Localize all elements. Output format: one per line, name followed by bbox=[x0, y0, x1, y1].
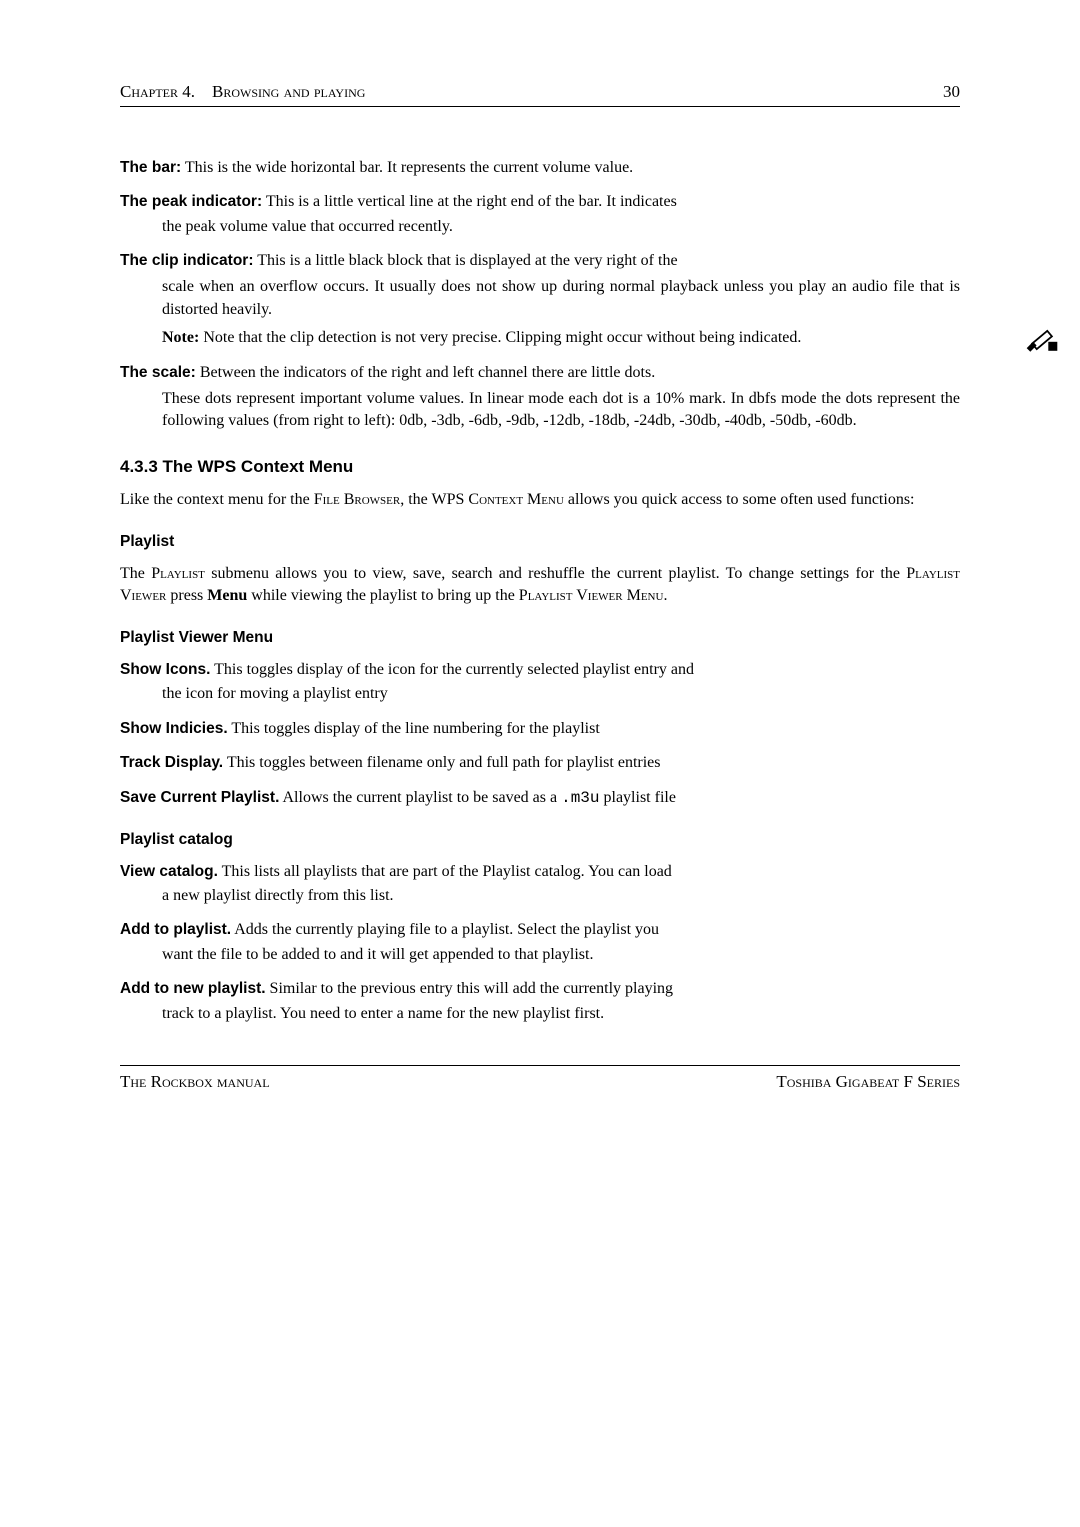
bold-menu: Menu bbox=[207, 587, 247, 604]
term-show-icons: Show Icons. bbox=[120, 661, 210, 678]
footer-left: The Rockbox manual bbox=[120, 1070, 270, 1094]
sc-file-browser: File Browser bbox=[314, 491, 401, 508]
desc-view-catalog-rest: a new playlist directly from this list. bbox=[162, 885, 960, 907]
desc-save-current-b: playlist file bbox=[600, 789, 676, 806]
sc-context-menu: Context Menu bbox=[468, 491, 564, 508]
item-show-indicies: Show Indicies. This toggles display of t… bbox=[120, 718, 960, 740]
desc-clip-line1: This is a little black block that is dis… bbox=[257, 252, 677, 269]
note-block: Note: Note that the clip detection is no… bbox=[162, 327, 960, 349]
desc-scale-line1: Between the indicators of the right and … bbox=[200, 364, 655, 381]
text: . bbox=[663, 587, 667, 604]
item-peak-indicator: The peak indicator: This is a little ver… bbox=[120, 191, 960, 238]
text: while viewing the playlist to bring up t… bbox=[247, 587, 519, 604]
note-label: Note: bbox=[162, 329, 199, 346]
desc-view-catalog-line1: This lists all playlists that are part o… bbox=[222, 863, 672, 880]
desc-track-display: This toggles between filename only and f… bbox=[227, 754, 661, 771]
item-clip-indicator: The clip indicator: This is a little bla… bbox=[120, 250, 960, 350]
desc-show-indicies: This toggles display of the line numberi… bbox=[231, 720, 599, 737]
page-footer: The Rockbox manual Toshiba Gigabeat F Se… bbox=[120, 1066, 960, 1094]
desc-peak-rest: the peak volume value that occurred rece… bbox=[162, 216, 960, 238]
tt-m3u: .m3u bbox=[561, 789, 599, 807]
term-show-indicies: Show Indicies. bbox=[120, 720, 228, 737]
item-view-catalog: View catalog. This lists all playlists t… bbox=[120, 861, 960, 908]
text: The bbox=[120, 565, 151, 582]
item-add-to-new-playlist: Add to new playlist. Similar to the prev… bbox=[120, 978, 960, 1025]
desc-scale-rest: These dots represent important volume va… bbox=[162, 388, 960, 433]
page-number: 30 bbox=[943, 80, 960, 104]
section-heading-wps-context: 4.3.3 The WPS Context Menu bbox=[120, 455, 960, 479]
text: Like the context menu for the bbox=[120, 491, 314, 508]
subsection-playlist-catalog: Playlist catalog bbox=[120, 829, 960, 851]
desc-add-to-new-line1: Similar to the previous entry this will … bbox=[270, 980, 673, 997]
item-show-icons: Show Icons. This toggles display of the … bbox=[120, 659, 960, 706]
item-the-bar: The bar: This is the wide horizontal bar… bbox=[120, 157, 960, 179]
item-the-scale: The scale: Between the indicators of the… bbox=[120, 362, 960, 433]
term-save-current: Save Current Playlist. bbox=[120, 789, 279, 806]
subsection-playlist: Playlist bbox=[120, 531, 960, 553]
desc-add-to-playlist-line1: Adds the currently playing file to a pla… bbox=[234, 921, 659, 938]
sc-playlist-viewer-menu: Playlist Viewer Menu bbox=[519, 587, 664, 604]
desc-add-to-new-rest: track to a playlist. You need to enter a… bbox=[162, 1003, 960, 1025]
term-scale: The scale: bbox=[120, 364, 196, 381]
term-bar: The bar: bbox=[120, 159, 181, 176]
desc-show-icons-rest: the icon for moving a playlist entry bbox=[162, 683, 960, 705]
header-left: Chapter 4. Browsing and playing bbox=[120, 80, 365, 104]
desc-bar: This is the wide horizontal bar. It repr… bbox=[185, 159, 633, 176]
page-header: Chapter 4. Browsing and playing 30 bbox=[120, 80, 960, 107]
term-clip: The clip indicator: bbox=[120, 252, 253, 269]
subsection-playlist-viewer-menu: Playlist Viewer Menu bbox=[120, 627, 960, 649]
term-add-to-playlist: Add to playlist. bbox=[120, 921, 231, 938]
text: , the WPS bbox=[400, 491, 468, 508]
item-save-current-playlist: Save Current Playlist. Allows the curren… bbox=[120, 787, 960, 809]
section-intro: Like the context menu for the File Brows… bbox=[120, 489, 960, 511]
desc-show-icons-line1: This toggles display of the icon for the… bbox=[214, 661, 694, 678]
term-add-to-new: Add to new playlist. bbox=[120, 980, 266, 997]
text: press bbox=[166, 587, 207, 604]
playlist-para: The Playlist submenu allows you to view,… bbox=[120, 563, 960, 608]
term-view-catalog: View catalog. bbox=[120, 863, 218, 880]
note-text: Note that the clip detection is not very… bbox=[203, 329, 801, 346]
desc-peak-line1: This is a little vertical line at the ri… bbox=[266, 193, 677, 210]
term-peak: The peak indicator: bbox=[120, 193, 262, 210]
footer-right: Toshiba Gigabeat F Series bbox=[776, 1070, 960, 1094]
item-track-display: Track Display. This toggles between file… bbox=[120, 752, 960, 774]
text: allows you quick access to some often us… bbox=[564, 491, 915, 508]
text: submenu allows you to view, save, search… bbox=[205, 565, 906, 582]
term-track-display: Track Display. bbox=[120, 754, 223, 771]
item-add-to-playlist: Add to playlist. Adds the currently play… bbox=[120, 919, 960, 966]
desc-add-to-playlist-rest: want the file to be added to and it will… bbox=[162, 944, 960, 966]
pencil-icon bbox=[1024, 325, 1060, 355]
desc-save-current-a: Allows the current playlist to be saved … bbox=[283, 789, 562, 806]
desc-clip-rest: scale when an overflow occurs. It usuall… bbox=[162, 276, 960, 321]
sc-playlist: Playlist bbox=[151, 565, 205, 582]
